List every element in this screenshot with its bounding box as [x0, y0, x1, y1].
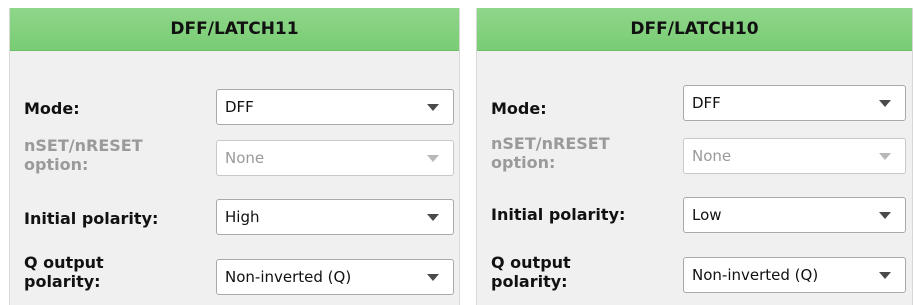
- mode-label: Mode:: [24, 99, 80, 118]
- mode-select[interactable]: DFF: [216, 89, 454, 125]
- chevron-down-icon: [427, 274, 439, 281]
- chevron-down-icon: [879, 272, 891, 279]
- chevron-down-icon: [879, 212, 891, 219]
- nset-label-line2: option:: [491, 153, 556, 172]
- mode-row: Mode: DFF: [477, 81, 912, 121]
- mode-select[interactable]: DFF: [683, 85, 906, 121]
- initial-polarity-label: Initial polarity:: [491, 205, 626, 224]
- mode-label: Mode:: [491, 99, 547, 118]
- chevron-down-icon: [427, 155, 439, 162]
- q-output-label: Q output polarity:: [24, 253, 104, 291]
- q-output-label: Q output polarity:: [491, 253, 571, 291]
- q-output-select[interactable]: Non-inverted (Q): [216, 259, 454, 295]
- nset-select[interactable]: None: [216, 140, 454, 176]
- panel-title: DFF/LATCH11: [10, 8, 459, 51]
- chevron-down-icon: [427, 214, 439, 221]
- initial-polarity-label: Initial polarity:: [24, 209, 159, 228]
- nset-label-line2: option:: [24, 155, 89, 174]
- initial-polarity-row: Initial polarity: High: [10, 191, 459, 235]
- q-output-row: Q output polarity: Non-inverted (Q): [10, 247, 459, 295]
- q-output-label-line1: Q output: [24, 253, 104, 272]
- nset-select[interactable]: None: [683, 138, 906, 174]
- q-output-select-value: Non-inverted (Q): [225, 268, 352, 286]
- q-output-label-line2: polarity:: [24, 272, 101, 291]
- nset-label: nSET/nRESET option:: [24, 136, 143, 174]
- q-output-select-value: Non-inverted (Q): [692, 266, 819, 284]
- initial-polarity-select[interactable]: High: [216, 199, 454, 235]
- mode-select-value: DFF: [225, 98, 254, 116]
- nset-row: nSET/nRESET option: None: [10, 132, 459, 176]
- chevron-down-icon: [879, 100, 891, 107]
- mode-row: Mode: DFF: [10, 81, 459, 125]
- q-output-select[interactable]: Non-inverted (Q): [683, 257, 906, 293]
- chevron-down-icon: [427, 104, 439, 111]
- mode-select-value: DFF: [692, 94, 721, 112]
- q-output-row: Q output polarity: Non-inverted (Q): [477, 247, 912, 293]
- dff-latch-panel: DFF/LATCH11 Mode: DFF nSET/nRESET option…: [9, 8, 460, 305]
- nset-row: nSET/nRESET option: None: [477, 132, 912, 174]
- nset-select-value: None: [225, 149, 265, 167]
- nset-label-line1: nSET/nRESET: [24, 136, 143, 155]
- panel-title: DFF/LATCH10: [477, 8, 912, 51]
- initial-polarity-row: Initial polarity: Low: [477, 191, 912, 233]
- dff-latch-panel: DFF/LATCH10 Mode: DFF nSET/nRESET option…: [476, 8, 913, 305]
- nset-label-line1: nSET/nRESET: [491, 134, 610, 153]
- nset-select-value: None: [692, 147, 732, 165]
- q-output-label-line2: polarity:: [491, 272, 568, 291]
- initial-polarity-select-value: High: [225, 208, 260, 226]
- initial-polarity-select[interactable]: Low: [683, 197, 906, 233]
- chevron-down-icon: [879, 153, 891, 160]
- nset-label: nSET/nRESET option:: [491, 134, 610, 172]
- q-output-label-line1: Q output: [491, 253, 571, 272]
- initial-polarity-select-value: Low: [692, 206, 722, 224]
